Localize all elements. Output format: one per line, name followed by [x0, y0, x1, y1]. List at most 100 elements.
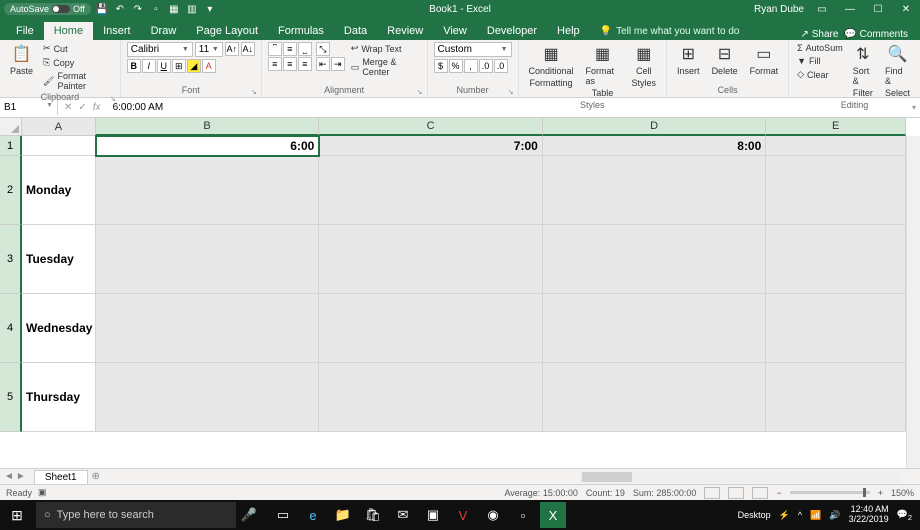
tab-review[interactable]: Review: [377, 22, 433, 40]
tab-home[interactable]: Home: [44, 22, 93, 40]
tab-data[interactable]: Data: [334, 22, 377, 40]
share-button[interactable]: ↗ Share: [801, 29, 839, 40]
tab-view[interactable]: View: [433, 22, 477, 40]
fill-color-button[interactable]: ◢: [187, 59, 201, 73]
formula-input[interactable]: 6:00:00 AM: [107, 100, 908, 115]
desktop-label[interactable]: Desktop: [738, 510, 771, 520]
sort-filter-button[interactable]: ⇅Sort &Filter: [849, 42, 877, 100]
column-header-D[interactable]: D: [543, 118, 767, 136]
increase-decimal-icon[interactable]: .0: [479, 59, 493, 73]
tab-draw[interactable]: Draw: [141, 22, 187, 40]
merge-center-button[interactable]: ▭Merge & Center: [349, 56, 421, 78]
clear-button[interactable]: ◇Clear: [795, 68, 845, 81]
comma-format-icon[interactable]: ,: [464, 59, 478, 73]
sheet-nav-prev-icon[interactable]: ◄: [4, 471, 14, 482]
cell-D5[interactable]: [543, 363, 766, 432]
percent-format-icon[interactable]: %: [449, 59, 463, 73]
qat-icon-2[interactable]: ▦: [167, 2, 181, 16]
cell-A2[interactable]: Monday: [22, 156, 96, 225]
comments-button[interactable]: 💬 Comments: [844, 29, 908, 40]
autosum-button[interactable]: ΣAutoSum: [795, 42, 845, 54]
cut-button[interactable]: ✂Cut: [41, 42, 114, 55]
cell-D1[interactable]: 8:00: [543, 136, 766, 156]
close-icon[interactable]: ✕: [896, 2, 916, 16]
increase-indent-icon[interactable]: ⇥: [331, 57, 345, 71]
row-header-4[interactable]: 4: [0, 294, 22, 363]
font-name-combo[interactable]: Calibri▼: [127, 42, 193, 57]
fill-button[interactable]: ▼Fill: [795, 55, 845, 67]
column-header-A[interactable]: A: [22, 118, 96, 136]
select-all-button[interactable]: [0, 118, 22, 136]
align-top-icon[interactable]: ⎴: [268, 42, 282, 56]
tab-page-layout[interactable]: Page Layout: [186, 22, 268, 40]
normal-view-icon[interactable]: [704, 487, 720, 499]
app-icon[interactable]: ▣: [420, 502, 446, 528]
undo-icon[interactable]: ↶: [113, 2, 127, 16]
dialog-launcher-icon[interactable]: ↘: [417, 88, 423, 96]
cell-E1[interactable]: [766, 136, 906, 156]
cell-E2[interactable]: [766, 156, 906, 225]
cell-E4[interactable]: [766, 294, 906, 363]
cell-C4[interactable]: [319, 294, 542, 363]
font-color-button[interactable]: A: [202, 59, 216, 73]
row-header-1[interactable]: 1: [0, 136, 22, 156]
tab-help[interactable]: Help: [547, 22, 590, 40]
qat-more-icon[interactable]: ▾: [203, 2, 217, 16]
tray-power-icon[interactable]: ⚡: [779, 510, 790, 521]
tab-insert[interactable]: Insert: [93, 22, 141, 40]
format-painter-button[interactable]: 🖌Format Painter: [41, 70, 114, 92]
cell-C5[interactable]: [319, 363, 542, 432]
cell-styles-button[interactable]: ▦CellStyles: [628, 42, 661, 90]
notes-icon[interactable]: ▫: [510, 502, 536, 528]
align-bottom-icon[interactable]: ⎵: [298, 42, 312, 56]
delete-cells-button[interactable]: ⊟Delete: [708, 42, 742, 78]
dialog-launcher-icon[interactable]: ↘: [110, 95, 116, 103]
format-cells-button[interactable]: ▭Format: [746, 42, 783, 78]
tell-me-search[interactable]: 💡 Tell me what you want to do: [590, 23, 750, 40]
dialog-launcher-icon[interactable]: ↘: [508, 88, 514, 96]
notifications-icon[interactable]: 💬2: [897, 509, 912, 522]
accounting-format-icon[interactable]: $: [434, 59, 448, 73]
chrome-icon[interactable]: ◉: [480, 502, 506, 528]
font-size-combo[interactable]: 11▼: [195, 42, 223, 57]
align-middle-icon[interactable]: ≡: [283, 42, 297, 56]
decrease-decimal-icon[interactable]: .0: [494, 59, 508, 73]
page-break-view-icon[interactable]: [752, 487, 768, 499]
cell-B4[interactable]: [96, 294, 319, 363]
cell-C2[interactable]: [319, 156, 542, 225]
increase-font-icon[interactable]: A↑: [225, 42, 239, 56]
orientation-icon[interactable]: ⤡: [316, 42, 330, 56]
border-button[interactable]: ⊞: [172, 59, 186, 73]
cell-C3[interactable]: [319, 225, 542, 294]
explorer-icon[interactable]: 📁: [330, 502, 356, 528]
page-layout-view-icon[interactable]: [728, 487, 744, 499]
decrease-indent-icon[interactable]: ⇤: [316, 57, 330, 71]
cell-A5[interactable]: Thursday: [22, 363, 96, 432]
column-header-B[interactable]: B: [96, 118, 320, 136]
sheet-nav-next-icon[interactable]: ►: [16, 471, 26, 482]
autosave-toggle[interactable]: AutoSave Off: [4, 3, 91, 15]
cell-B1[interactable]: 6:00: [96, 136, 319, 156]
maximize-icon[interactable]: ☐: [868, 2, 888, 16]
zoom-level[interactable]: 150%: [891, 488, 914, 498]
user-name[interactable]: Ryan Dube: [754, 4, 804, 15]
tray-network-icon[interactable]: 📶: [810, 510, 821, 521]
save-icon[interactable]: 💾: [95, 2, 109, 16]
taskbar-clock[interactable]: 12:40 AM 3/22/2019: [849, 505, 889, 525]
column-header-C[interactable]: C: [319, 118, 543, 136]
cell-E5[interactable]: [766, 363, 906, 432]
cell-B5[interactable]: [96, 363, 319, 432]
mail-icon[interactable]: ✉: [390, 502, 416, 528]
cell-A1[interactable]: [22, 136, 96, 156]
edge-icon[interactable]: e: [300, 502, 326, 528]
align-center-icon[interactable]: ≡: [283, 57, 297, 71]
tab-file[interactable]: File: [6, 22, 44, 40]
redo-icon[interactable]: ↷: [131, 2, 145, 16]
store-icon[interactable]: 🛍: [360, 502, 386, 528]
zoom-slider[interactable]: [790, 491, 870, 494]
excel-taskbar-icon[interactable]: X: [540, 502, 566, 528]
ribbon-options-icon[interactable]: ▭: [812, 2, 832, 16]
task-view-icon[interactable]: ▭: [270, 502, 296, 528]
copy-button[interactable]: ⎘Copy: [41, 56, 114, 69]
align-left-icon[interactable]: ≡: [268, 57, 282, 71]
